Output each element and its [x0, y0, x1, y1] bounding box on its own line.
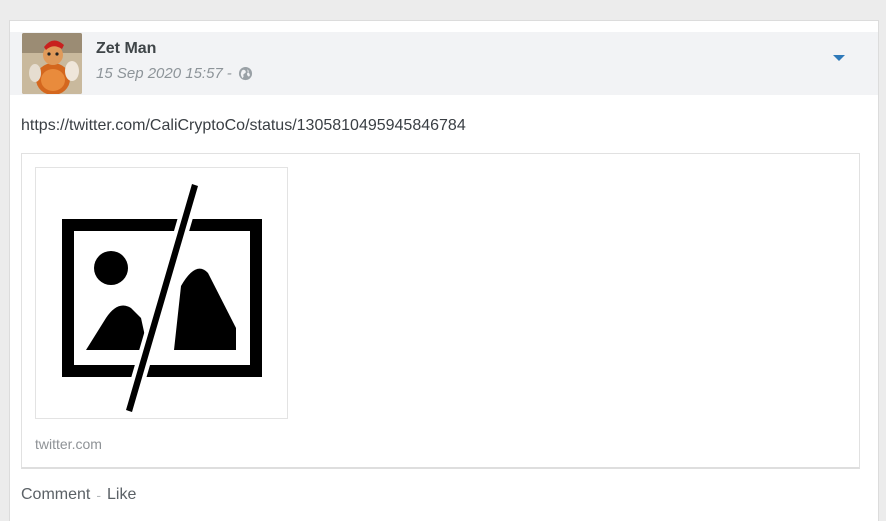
action-separator: - [96, 487, 102, 503]
broken-image-icon [62, 183, 262, 413]
meta-separator: - [226, 65, 232, 82]
post-card: Zet Man 15 Sep 2020 15:57 - https://twit… [9, 20, 879, 521]
like-button[interactable]: Like [107, 486, 136, 504]
avatar-image [22, 33, 82, 94]
link-preview-thumbnail[interactable] [35, 167, 288, 419]
caret-down-icon[interactable] [831, 51, 847, 63]
post-header: Zet Man 15 Sep 2020 15:57 - [10, 32, 878, 95]
link-preview-domain[interactable]: twitter.com [35, 436, 102, 452]
post-text[interactable]: https://twitter.com/CaliCryptoCo/status/… [21, 117, 466, 135]
author-name[interactable]: Zet Man [96, 40, 156, 58]
post-meta: 15 Sep 2020 15:57 - [96, 65, 253, 82]
comment-button[interactable]: Comment [21, 486, 90, 504]
globe-icon [238, 66, 253, 81]
avatar[interactable] [22, 33, 82, 94]
post-timestamp[interactable]: 15 Sep 2020 15:57 [96, 65, 223, 82]
link-preview-card[interactable]: twitter.com [21, 153, 860, 469]
post-actions: Comment - Like [21, 486, 136, 504]
